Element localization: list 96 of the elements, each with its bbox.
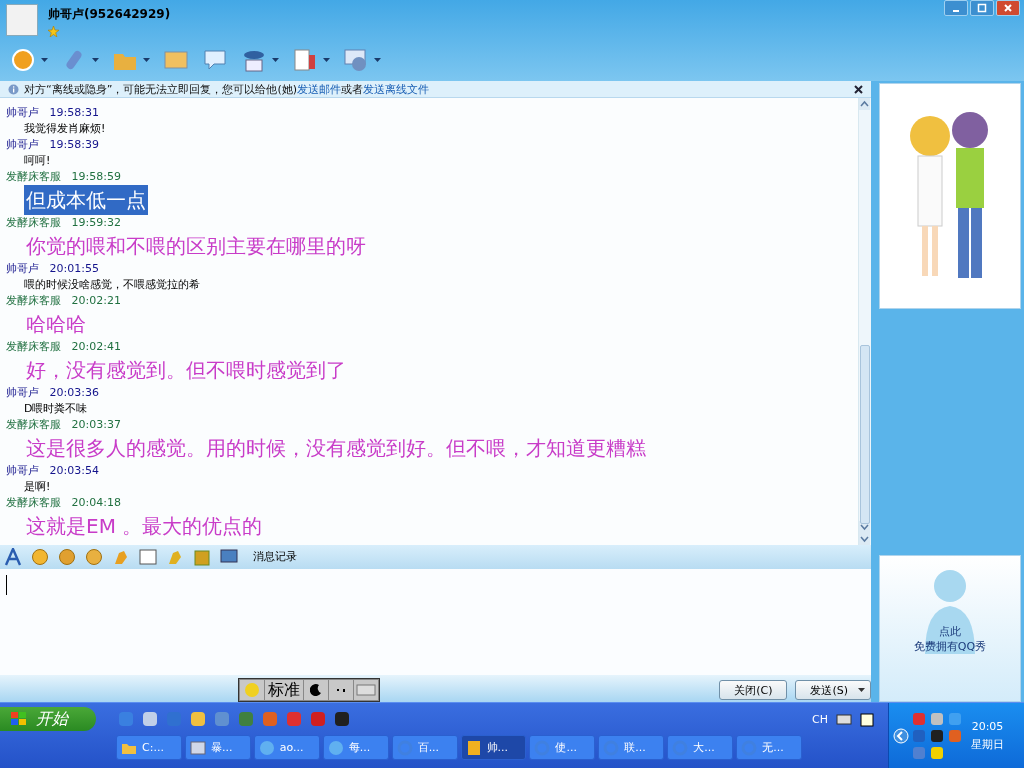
taskbar-button[interactable]: 帅... [460, 735, 527, 761]
quick-launch-icon[interactable] [142, 711, 158, 728]
language-indicator[interactable]: CH [812, 713, 828, 727]
message-header: 发酵床客服 20:03:37 [6, 417, 121, 434]
gift-icon[interactable] [193, 547, 211, 566]
start-button[interactable]: 开始 [0, 707, 96, 732]
send-button[interactable]: 发送(S) [795, 680, 871, 701]
message-input-field[interactable] [0, 568, 871, 676]
taskbar-button[interactable]: ao... [253, 735, 320, 761]
taskbar-button[interactable]: 联... [598, 735, 665, 761]
tray-icon[interactable] [930, 745, 944, 760]
close-icon[interactable] [854, 84, 863, 94]
ime-mode-button[interactable]: 标准 [265, 680, 303, 701]
scroll-down-icon[interactable] [859, 521, 870, 534]
message-header: 发酵床客服 20:04:18 [6, 495, 121, 512]
bubble-icon [327, 739, 344, 756]
message-text: 好，没有感觉到。但不喂时感觉到了 [25, 357, 347, 385]
message-header: 帅哥卢 19:58:39 [6, 137, 99, 154]
close-window-button[interactable]: 关闭(C) [719, 680, 788, 701]
message-text: 哈哈哈 [25, 311, 87, 339]
message-text: 呵呵! [24, 153, 51, 170]
caret-icon[interactable] [41, 58, 48, 62]
gear-icon[interactable] [343, 47, 369, 73]
smiley-icon[interactable] [31, 547, 49, 566]
window-icon [189, 739, 206, 756]
help-icon[interactable] [859, 713, 874, 728]
taskbar-button[interactable]: 大... [667, 735, 734, 761]
note-icon [465, 739, 482, 756]
ime-logo-icon[interactable] [240, 680, 264, 701]
scroll-up-icon[interactable] [859, 98, 870, 111]
webcam-icon[interactable] [10, 47, 36, 73]
keyboard-icon[interactable] [835, 713, 852, 726]
message-text: 是啊! [24, 479, 51, 496]
window-title: 帅哥卢(952642929) [48, 6, 171, 23]
scroll-down-icon[interactable] [859, 533, 870, 546]
scrollbar[interactable] [858, 98, 871, 546]
windows-logo-icon [10, 711, 28, 728]
avatar-icon[interactable] [6, 4, 38, 36]
quick-launch-icon[interactable] [334, 711, 350, 728]
image-icon[interactable] [139, 547, 157, 566]
send-offline-file-link[interactable]: 发送离线文件 [363, 82, 429, 96]
message-text: 我觉得发肖麻烦! [24, 121, 106, 138]
message-header: 帅哥卢 20:01:55 [6, 261, 99, 278]
message-text: 这就是EM 。最大的优点的 [25, 513, 264, 541]
taskbar-button[interactable]: 暴... [184, 735, 251, 761]
quick-launch-icon[interactable] [190, 711, 206, 728]
message-text: D喂时粪不味 [24, 401, 88, 418]
taskbar-button[interactable]: 每... [322, 735, 389, 761]
quick-launch-icon[interactable] [214, 711, 230, 728]
caret-icon[interactable] [92, 58, 99, 62]
bubble-icon [258, 739, 275, 756]
maximize-icon[interactable] [977, 3, 987, 13]
send-email-link[interactable]: 发送邮件 [297, 82, 341, 96]
message-header: 帅哥卢 20:03:36 [6, 385, 99, 402]
tray-icon[interactable] [930, 711, 944, 726]
close-button[interactable] [996, 0, 1020, 16]
font-icon[interactable] [4, 547, 22, 566]
taskbar-button[interactable]: 百... [391, 735, 458, 761]
message-text: 你觉的喂和不喂的区别主要在哪里的呀 [25, 233, 367, 261]
minimize-button[interactable] [944, 0, 968, 16]
cards-icon[interactable] [292, 47, 318, 73]
scroll-thumb[interactable] [860, 345, 870, 525]
quick-launch-icon[interactable] [262, 711, 278, 728]
message-text: 但成本低一点 [24, 185, 148, 216]
message-history-button[interactable]: 消息记录 [247, 549, 297, 565]
star-icon [48, 26, 59, 37]
caret-icon[interactable] [143, 58, 150, 62]
clock-day: 星期日 [971, 736, 1004, 752]
info-icon [8, 83, 19, 95]
message-header: 帅哥卢 20:03:54 [6, 463, 99, 480]
caret-icon[interactable] [272, 58, 279, 62]
keyboard-icon[interactable] [354, 680, 378, 701]
caret-icon[interactable] [374, 58, 381, 62]
taskbar-button[interactable]: 使... [529, 735, 596, 761]
magic-icon[interactable] [58, 547, 76, 566]
promo-text: 点此 [939, 624, 961, 640]
taskbar-button[interactable]: C:... [116, 735, 182, 761]
clock-time: 20:05 [971, 719, 1004, 733]
notice-text: 对方“离线或隐身”，可能无法立即回复，您可以给他(她)发送邮件或者发送离线文件 [24, 81, 429, 97]
message-header: 发酵床客服 20:02:21 [6, 293, 121, 310]
ime-toolbar[interactable]: 标准 [238, 678, 380, 703]
promo-text: 免费拥有QQ秀 [913, 639, 987, 655]
message-header: 帅哥卢 19:58:31 [6, 105, 99, 122]
message-header: 发酵床客服 20:02:41 [6, 339, 121, 356]
message-header: 发酵床客服 19:59:32 [6, 215, 121, 232]
face-icon[interactable] [85, 547, 103, 566]
screen-icon[interactable] [220, 547, 238, 566]
caret-icon[interactable] [323, 58, 330, 62]
message-text: 这是很多人的感觉。用的时候，没有感觉到好。但不喂，才知道更糟糕 [25, 435, 647, 463]
tray-icon[interactable] [930, 728, 944, 743]
message-header: 发酵床客服 19:58:59 [6, 169, 121, 186]
moon-icon[interactable] [304, 680, 328, 701]
maximize-button[interactable] [970, 0, 994, 16]
message-text: 喂的时候没啥感觉，不喂感觉拉的希 [24, 277, 200, 294]
taskbar-button[interactable]: 无... [736, 735, 803, 761]
qq-show-promo[interactable]: 点此 免费拥有QQ秀 [879, 555, 1021, 703]
